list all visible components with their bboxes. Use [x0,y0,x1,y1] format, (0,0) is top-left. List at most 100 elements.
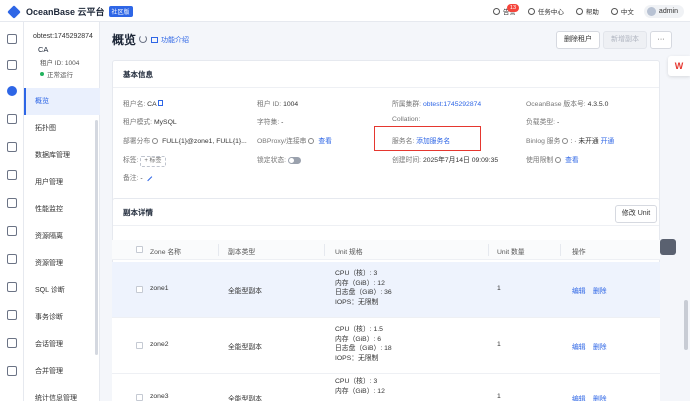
bell-icon [492,7,500,15]
cluster-icon[interactable] [7,60,17,70]
row-checkbox[interactable] [136,286,143,293]
replica-type: 全能型副本 [228,396,262,401]
edition-badge: 社区版 [108,6,133,17]
diagnosis-icon[interactable] [7,198,17,208]
created-value: 2025年7月14日 09:09:35 [422,157,499,164]
sidebar-item-compaction[interactable]: 合并管理 [24,358,100,385]
chart-icon[interactable] [7,310,17,320]
top-bar: OceanBase 云平台 社区版 告警 13 任务中心 帮助 中文 admin [0,0,690,22]
edit-pencil-icon[interactable] [143,172,152,182]
replica-table-header: Zone 名称 副本类型 Unit 规格 Unit 数量 操作 [112,240,660,260]
settings-icon[interactable] [7,338,17,348]
database-icon[interactable] [7,254,17,264]
table-row: zone3 全能型副本 CPU（核）: 3 内存（GiB）: 12 1 编辑 删… [112,374,660,401]
modify-unit-button[interactable]: 修改 Unit [615,205,657,223]
help-icon[interactable] [555,157,562,164]
column-divider [488,244,489,256]
sidebar-item-transaction[interactable]: 事务诊断 [24,304,100,331]
tenant-icon[interactable] [7,86,17,96]
add-replica-button[interactable]: 新增副本 [603,31,647,49]
column-divider [324,244,325,256]
intro-link-label: 功能介绍 [161,37,189,44]
language-switch[interactable]: 中文 [610,6,634,16]
sidebar-item-topology[interactable]: 拓扑图 [24,115,100,142]
dashboard-icon[interactable] [7,34,17,44]
header-unit: Unit 规格 [335,249,363,256]
obproxy-view-link[interactable]: 查看 [318,138,332,145]
help-icon[interactable] [562,138,569,145]
sidebar-item-resources[interactable]: 资源管理 [24,250,100,277]
logo[interactable]: OceanBase 云平台 社区版 [7,4,133,19]
user-menu[interactable]: admin [643,4,684,18]
lock-toggle[interactable] [287,156,301,164]
annotation-highlight-box [374,126,481,151]
instance-name[interactable]: obtest:1745292874 [33,33,93,40]
edit-link[interactable]: 编辑 [572,341,586,351]
delete-link[interactable]: 删除 [593,341,607,351]
lock-field: 锁定状态: [257,154,301,164]
sidebar-item-isolation[interactable]: 资源隔离 [24,223,100,250]
zone-name: zone2 [150,341,169,348]
copy-icon[interactable] [158,100,164,106]
sidebar-item-overview[interactable]: 概览 [24,88,100,115]
tasks-button[interactable]: 任务中心 [527,6,564,16]
unit-spec: CPU（核）: 1.5 内存（GiB）: 6 日志盘（GiB）: 18 IOPS… [335,325,392,363]
tenant-id-field: 租户 ID: 1004 [257,98,298,108]
row-checkbox[interactable] [136,342,143,349]
topology-icon[interactable] [7,114,17,124]
add-tag-button[interactable]: + 标签 [140,156,166,167]
alarm-icon[interactable] [7,282,17,292]
sidebar-item-sessions[interactable]: 会话管理 [24,331,100,358]
load-type-key: 负载类型: [526,119,556,126]
sidebar-item-database[interactable]: 数据库管理 [24,142,100,169]
select-all-checkbox[interactable] [136,246,143,253]
tenant-name-key: 租户名: [123,101,146,108]
delete-link[interactable]: 删除 [593,285,607,295]
basic-info-title: 基本信息 [113,61,659,88]
unit-cpu: CPU（核）: 3 [335,270,378,277]
package-icon[interactable] [7,226,17,236]
delete-link[interactable]: 删除 [593,393,607,401]
help-button[interactable]: 帮助 [575,6,599,16]
binlog-field: Binlog 服务: · 未开通 开通 [526,138,615,145]
tenant-id-key: 租户 ID: [257,101,282,108]
tenant-id: 租户 ID: 1004 [40,60,80,67]
globe-icon [610,7,618,15]
tenant-name[interactable]: CA [38,45,48,54]
host-icon[interactable] [7,142,17,152]
sidebar-item-sql-diagnosis[interactable]: SQL 诊断 [24,277,100,304]
table-row: zone2 全能型副本 CPU（核）: 1.5 内存（GiB）: 6 日志盘（G… [112,318,660,374]
limit-view-link[interactable]: 查看 [565,157,579,164]
delete-tenant-button[interactable]: 删除租户 [556,31,600,49]
alerts-button[interactable]: 告警 13 [492,4,520,16]
binlog-value: 未开通 [578,138,599,145]
tenant-id-value: 1004 [283,101,299,108]
system-icon[interactable] [7,366,17,376]
help-icon[interactable] [308,138,315,145]
unit-log-disk: 日志盘（GiB）: 18 [335,345,392,352]
feedback-float-icon[interactable]: W [668,56,690,76]
sidebar-item-performance[interactable]: 性能监控 [24,196,100,223]
sidebar-item-statistics[interactable]: 统计信息管理 [24,385,100,401]
sidebar-item-users[interactable]: 用户管理 [24,169,100,196]
icon-rail [0,22,24,401]
version-value: 4.3.5.0 [587,101,609,108]
backup-icon[interactable] [7,170,17,180]
edit-link[interactable]: 编辑 [572,393,586,401]
avatar [646,6,656,16]
help-icon[interactable] [152,138,159,145]
intro-link[interactable]: 功能介绍 [151,35,189,45]
remark-key: 备注: [123,175,139,182]
tools-float-icon[interactable] [660,239,676,255]
binlog-enable-link[interactable]: 开通 [601,138,615,145]
alerts-count-badge: 13 [506,4,520,12]
main-scrollbar[interactable] [684,300,688,350]
tags-field: 标签: + 标签 [123,154,166,167]
cluster-link[interactable]: obtest:1745292874 [423,101,481,108]
row-checkbox[interactable] [136,394,143,401]
edit-link[interactable]: 编辑 [572,285,586,295]
sidebar-scrollbar[interactable] [95,120,98,355]
refresh-icon[interactable] [139,35,147,43]
more-button[interactable]: ··· [650,31,672,49]
table-row: zone1 全能型副本 CPU（核）: 3 内存（GiB）: 12 日志盘（Gi… [112,262,660,318]
